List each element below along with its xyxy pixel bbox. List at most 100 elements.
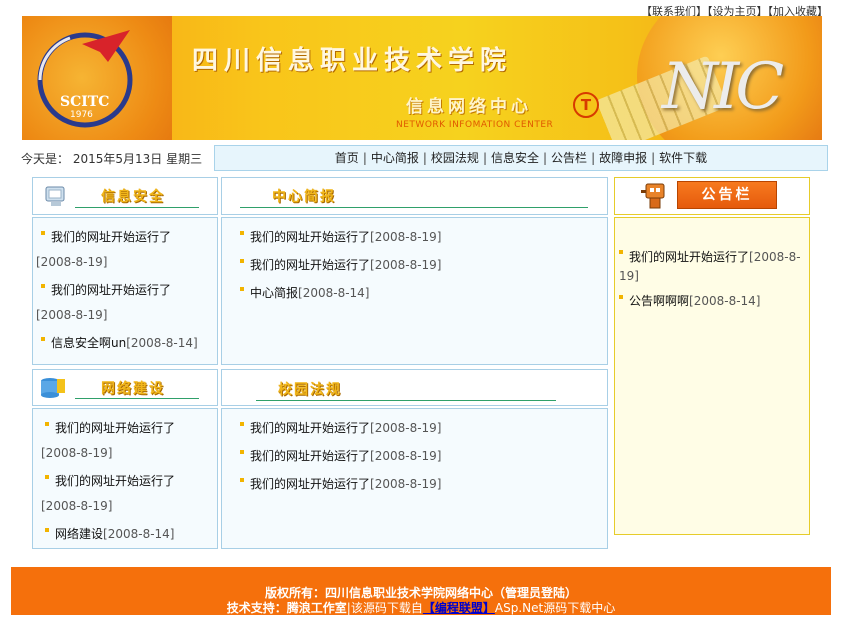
item-text[interactable]: 我们的网址开始运行了 <box>629 250 749 264</box>
logo-text: SCITC <box>60 94 110 110</box>
item-text[interactable]: 我们的网址开始运行了 <box>55 421 175 435</box>
item-text[interactable]: 我们的网址开始运行了 <box>250 230 370 244</box>
date-display: 今天是： 2015年5月13日 星期三 <box>21 150 202 167</box>
list-item[interactable]: 我们的网址开始运行了 <box>41 230 171 244</box>
divider <box>75 398 199 399</box>
date-value: 2015年5月13日 星期三 <box>72 152 203 166</box>
nav-item-home[interactable]: 首页 <box>335 151 359 165</box>
list-item[interactable]: 中心简报[2008-8-14] <box>240 286 369 300</box>
list-item[interactable]: 公告啊啊啊[2008-8-14] <box>619 294 760 308</box>
bullet-icon <box>45 475 49 479</box>
list-item[interactable]: 我们的网址开始运行了 <box>45 474 175 488</box>
list-item[interactable]: 我们的网址开始运行了 <box>45 421 175 435</box>
nav-item-software[interactable]: 软件下载 <box>659 151 707 165</box>
header-banner: SCITC 1976 四川信息职业技术学院 信息网络中心 NETWORK INF… <box>22 16 822 140</box>
list-item[interactable]: 我们的网址开始运行了[2008-8-19] <box>240 258 441 272</box>
briefing-panel-body: 我们的网址开始运行了[2008-8-19] 我们的网址开始运行了[2008-8-… <box>221 217 608 365</box>
item-date: [2008-8-14] <box>103 527 175 541</box>
nav-separator: | <box>482 151 487 165</box>
item-date: [2008-8-14] <box>689 294 761 308</box>
bullet-icon <box>45 422 49 426</box>
item-text[interactable]: 我们的网址开始运行了 <box>55 474 175 488</box>
bullet-icon <box>240 231 244 235</box>
item-date: [2008-8-19] <box>370 258 442 272</box>
list-item[interactable]: 我们的网址开始运行了 <box>41 283 171 297</box>
item-text[interactable]: 网络建设 <box>55 527 103 541</box>
security-panel-header: 信息安全 <box>32 177 218 215</box>
nav-separator: | <box>362 151 367 165</box>
item-text[interactable]: 我们的网址开始运行了 <box>51 283 171 297</box>
site-subtitle: 信息网络中心 <box>406 97 532 117</box>
list-item[interactable]: 我们的网址开始运行了[2008-8-19] <box>240 421 441 435</box>
nav-separator: | <box>422 151 427 165</box>
item-text[interactable]: 我们的网址开始运行了 <box>250 258 370 272</box>
item-date: [2008-8-14] <box>298 286 370 300</box>
item-text[interactable]: 我们的网址开始运行了 <box>51 230 171 244</box>
bullet-icon <box>41 284 45 288</box>
item-text[interactable]: 中心简报 <box>250 286 298 300</box>
list-item[interactable]: 网络建设[2008-8-14] <box>45 527 174 541</box>
briefing-panel-title: 中心简报 <box>272 189 336 205</box>
nav-item-notice[interactable]: 公告栏 <box>551 151 587 165</box>
nav-item-regulations[interactable]: 校园法规 <box>431 151 479 165</box>
security-panel-body: 我们的网址开始运行了 [2008-8-19] 我们的网址开始运行了 [2008-… <box>32 217 218 365</box>
item-text[interactable]: 我们的网址开始运行了 <box>250 449 370 463</box>
nav-item-briefing[interactable]: 中心简报 <box>371 151 419 165</box>
regulations-panel-body: 我们的网址开始运行了[2008-8-19] 我们的网址开始运行了[2008-8-… <box>221 408 608 549</box>
site-title: 四川信息职业技术学院 <box>192 46 513 76</box>
notice-panel-header: 公告栏 <box>614 177 810 215</box>
nav-item-security[interactable]: 信息安全 <box>491 151 539 165</box>
nav-separator: | <box>543 151 548 165</box>
briefing-panel-header: 中心简报 <box>221 177 608 215</box>
divider <box>240 207 588 208</box>
nav-item-fault-report[interactable]: 故障申报 <box>599 151 647 165</box>
bullet-icon <box>240 450 244 454</box>
regulations-panel-header: 校园法规 <box>221 369 608 406</box>
list-item[interactable]: 我们的网址开始运行了[2008-8-19] <box>240 477 441 491</box>
nic-logo: NIC <box>662 50 784 124</box>
divider <box>75 207 199 208</box>
item-date: [2008-8-19] <box>36 308 108 322</box>
item-date: [2008-8-14] <box>126 336 198 350</box>
bullet-icon <box>619 295 623 299</box>
item-date: [2008-8-19] <box>41 446 113 460</box>
item-date: [2008-8-19] <box>370 230 442 244</box>
network-panel-title: 网络建设 <box>101 381 165 397</box>
regulations-panel-title: 校园法规 <box>278 382 342 398</box>
network-panel-header: 网络建设 <box>32 369 218 406</box>
bullet-icon <box>45 528 49 532</box>
database-icon <box>41 378 65 398</box>
list-item[interactable]: 信息安全啊un[2008-8-14] <box>41 336 198 350</box>
nav-separator: | <box>591 151 596 165</box>
item-date: [2008-8-19] <box>370 449 442 463</box>
logo-year: 1976 <box>70 110 93 120</box>
list-item[interactable]: 我们的网址开始运行了[2008-8-19] <box>240 449 441 463</box>
bullet-icon <box>240 422 244 426</box>
item-date: [2008-8-19] <box>36 255 108 269</box>
item-text[interactable]: 我们的网址开始运行了 <box>250 421 370 435</box>
bullet-icon <box>240 287 244 291</box>
item-date: [2008-8-19] <box>36 255 107 269</box>
notice-title: 公告栏 <box>677 181 777 209</box>
bullet-icon <box>240 259 244 263</box>
item-text[interactable]: 我们的网址开始运行了 <box>250 477 370 491</box>
network-panel-body: 我们的网址开始运行了 [2008-8-19] 我们的网址开始运行了 [2008-… <box>32 408 218 549</box>
bullet-icon <box>41 337 45 341</box>
nav-separator: | <box>651 151 656 165</box>
item-text[interactable]: 公告啊啊啊 <box>629 294 689 308</box>
item-date: [2008-8-19] <box>41 499 112 513</box>
item-date: [2008-8-19] <box>370 477 442 491</box>
footer: 版权所有：四川信息职业技术学院网络中心（管理员登陆） 技术支持：腾浪工作室|该源… <box>11 567 831 615</box>
site-english-title: NETWORK INFOMATION CENTER <box>396 120 554 130</box>
list-item[interactable]: 我们的网址开始运行了[2008-8-19] <box>240 230 441 244</box>
list-item[interactable]: 我们的网址开始运行了[2008-8-19] <box>619 248 805 286</box>
item-date: [2008-8-19] <box>41 446 112 460</box>
main-nav: 首页 | 中心简报 | 校园法规 | 信息安全 | 公告栏 | 故障申报 | 软件下载 <box>214 145 828 171</box>
t-mark-icon: T <box>573 92 599 118</box>
source-tail: ASp.Net源码下载中心 <box>494 601 616 615</box>
date-label: 今天是： <box>21 152 70 166</box>
source-link[interactable]: 【编程联盟】 <box>423 601 495 615</box>
item-date: [2008-8-19] <box>41 499 113 513</box>
support-label: 技术支持：腾浪工作室 <box>226 601 347 615</box>
item-text[interactable]: 信息安全啊un <box>51 336 126 350</box>
